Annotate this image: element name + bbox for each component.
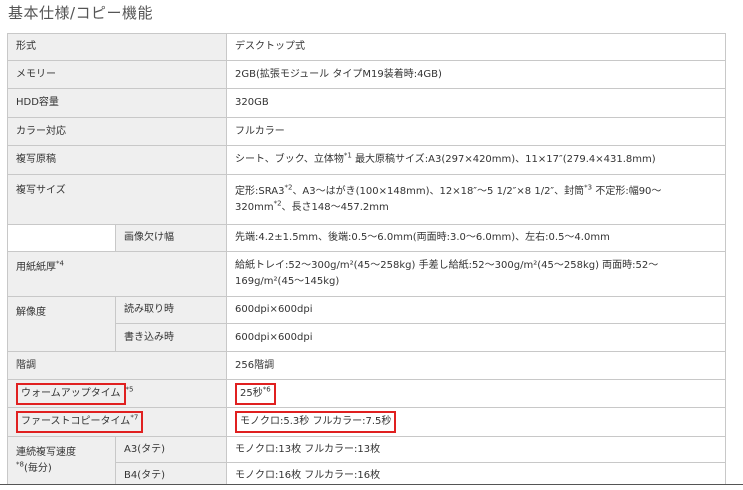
divider — [0, 484, 743, 485]
warmup-label: ウォームアップタイム — [21, 387, 121, 399]
row-label-paper: 用紙紙厚*4 — [7, 251, 227, 297]
row-label-color: カラー対応 — [7, 117, 227, 146]
table-row: 形式 デスクトップ式 — [7, 33, 726, 61]
page-title: 基本仕様/コピー機能 — [8, 4, 154, 22]
table-row: ウォームアップタイム *5 25秒*6 — [7, 379, 726, 408]
footnote-mark: *5 — [125, 385, 134, 394]
table-row: 解像度 読み取り時 600dpi×600dpi — [7, 296, 726, 352]
spec-table: 形式 デスクトップ式 メモリー 2GB(拡張モジュール タイプM19装着時:4G… — [7, 33, 726, 489]
warmup-value: 25秒 — [240, 387, 263, 399]
row-label-image-loss: 画像欠け幅 — [115, 224, 227, 252]
row-value-hdd: 320GB — [226, 88, 726, 118]
row-value-image-loss: 先端:4.2±1.5mm、後端:0.5〜6.0mm(両面時:3.0〜6.0mm)… — [226, 224, 726, 252]
table-row: 階調 256階調 — [7, 351, 726, 380]
row-label-copy-size: 複写サイズ — [7, 174, 227, 225]
table-row: 連続複写速度 *8(毎分) A3(タテ) モノクロ:13枚 フルカラー:13枚 — [7, 436, 726, 489]
continuous-label-2: (毎分) — [23, 463, 52, 474]
original-value-b: 最大原稿サイズ:A3(297×420mm)、11×17″(279.4×431.8… — [355, 154, 656, 165]
row-label-read: 読み取り時 — [115, 296, 227, 324]
first-copy-label-highlight: ファーストコピータイム*7 — [16, 411, 144, 433]
row-label-memory: メモリー — [7, 60, 227, 89]
row-value-gradation: 256階調 — [226, 351, 726, 380]
footnote-mark: *3 — [584, 183, 593, 192]
row-value-paper: 給紙トレイ:52〜300g/m²(45〜258kg) 手差し給紙:52〜300g… — [226, 251, 726, 297]
table-row: 画像欠け幅 先端:4.2±1.5mm、後端:0.5〜6.0mm(両面時:3.0〜… — [7, 224, 726, 252]
row-label-first-copy: ファーストコピータイム*7 — [7, 407, 227, 437]
footnote-mark: *6 — [262, 385, 271, 394]
row-label-empty — [7, 224, 116, 252]
row-value-memory: 2GB(拡張モジュール タイプM19装着時:4GB) — [226, 60, 726, 89]
row-label-gradation: 階調 — [7, 351, 227, 380]
row-label-continuous: 連続複写速度 *8(毎分) — [7, 436, 116, 489]
footnote-mark: *1 — [343, 151, 352, 160]
table-row: 書き込み時 600dpi×600dpi — [8, 323, 726, 352]
first-copy-label: ファーストコピータイム — [21, 416, 131, 427]
row-value-read: 600dpi×600dpi — [226, 296, 726, 324]
paper-label: 用紙紙厚 — [16, 262, 56, 273]
first-copy-value-highlight: モノクロ:5.3秒 フルカラー:7.5秒 — [235, 411, 397, 433]
row-label-original: 複写原稿 — [7, 145, 227, 175]
footnote-mark: *4 — [56, 259, 64, 268]
row-value-write: 600dpi×600dpi — [226, 323, 726, 352]
table-row: メモリー 2GB(拡張モジュール タイプM19装着時:4GB) — [7, 60, 726, 89]
warmup-value-highlight: 25秒*6 — [235, 382, 276, 405]
row-label-format: 形式 — [7, 33, 227, 61]
row-label-warmup: ウォームアップタイム *5 — [7, 379, 227, 408]
row-label-write: 書き込み時 — [115, 323, 227, 352]
footnote-mark: *2 — [273, 199, 282, 208]
table-row: ファーストコピータイム*7 モノクロ:5.3秒 フルカラー:7.5秒 — [7, 407, 726, 437]
table-row: カラー対応 フルカラー — [7, 117, 726, 146]
table-row: 用紙紙厚*4 給紙トレイ:52〜300g/m²(45〜258kg) 手差し給紙:… — [7, 251, 726, 297]
row-value-original: シート、ブック、立体物*1 最大原稿サイズ:A3(297×420mm)、11×1… — [226, 145, 726, 175]
table-row: 複写原稿 シート、ブック、立体物*1 最大原稿サイズ:A3(297×420mm)… — [7, 145, 726, 175]
footnote-mark: *8 — [16, 460, 24, 469]
row-value-warmup: 25秒*6 — [226, 379, 726, 408]
row-value-first-copy: モノクロ:5.3秒 フルカラー:7.5秒 — [226, 407, 726, 437]
row-label-resolution: 解像度 — [7, 296, 116, 352]
copy-size-d: 、長さ148〜457.2mm — [281, 201, 389, 213]
row-value-format: デスクトップ式 — [226, 33, 726, 61]
row-value-a3: モノクロ:13枚 フルカラー:13枚 — [226, 436, 726, 463]
row-value-copy-size: 定形:SRA3 *2 、A3〜はがき(100×148mm)、12×18″〜5 1/2… — [226, 174, 726, 225]
table-row: HDD容量 320GB — [7, 88, 726, 118]
table-row: 複写サイズ 定形:SRA3 *2 、A3〜はがき(100×148mm)、12×18″… — [7, 174, 726, 225]
continuous-label: 連続複写速度 — [16, 447, 76, 458]
copy-size-b: 、A3〜はがき(100×148mm)、12×18″〜5 1/2″×8 1/2″、… — [292, 185, 585, 197]
copy-size-a: 定形:SRA3 — [235, 185, 285, 197]
row-label-hdd: HDD容量 — [7, 88, 227, 118]
row-value-color: フルカラー — [226, 117, 726, 146]
warmup-label-highlight: ウォームアップタイム — [16, 382, 126, 405]
footnote-mark: *7 — [130, 413, 139, 422]
row-label-a3: A3(タテ) — [115, 436, 227, 463]
original-value-a: シート、ブック、立体物 — [235, 154, 344, 165]
